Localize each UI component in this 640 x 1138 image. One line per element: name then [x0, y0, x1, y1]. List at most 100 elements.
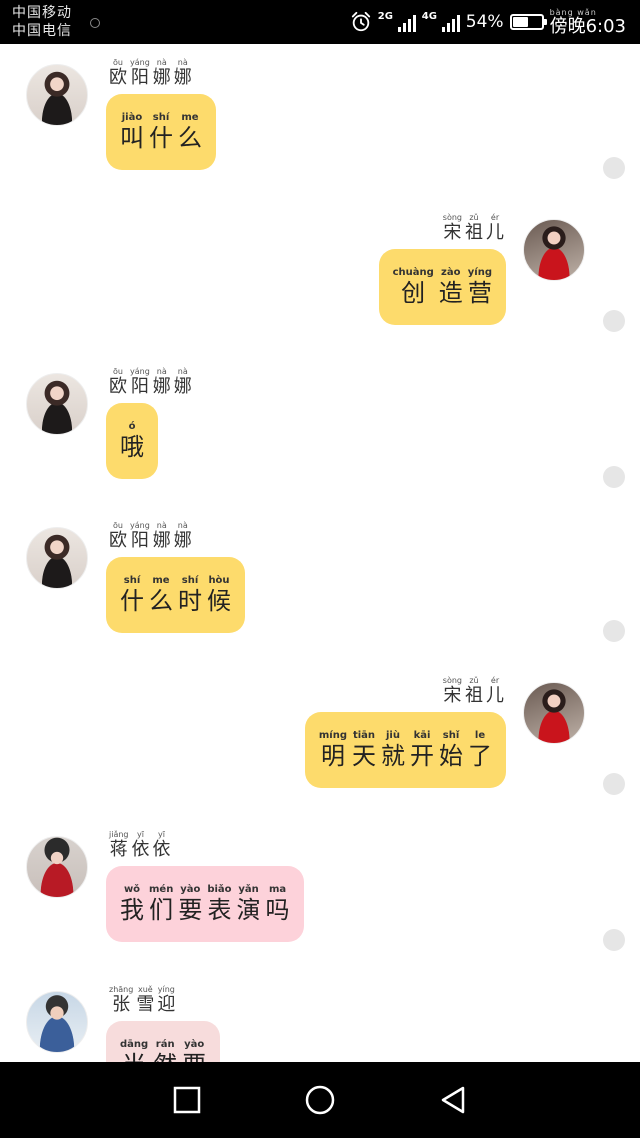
message-char: yào要 [178, 884, 202, 924]
hanzi: 娜 [173, 530, 192, 551]
message-char: mén 们 [149, 884, 173, 924]
message-char: le 了 [468, 730, 492, 770]
message-bubble[interactable]: chuàng 创 zào 造 yíng 营 [378, 249, 506, 325]
avatar[interactable] [26, 64, 88, 126]
message-char: kāi 开 [410, 730, 434, 770]
message-bubble[interactable]: shí 什 me 么 shí 时 hòu 候 [106, 557, 245, 633]
pinyin: me [152, 575, 170, 586]
hanzi: 祖 [465, 685, 483, 706]
hanzi: 宋 [443, 685, 462, 706]
message-status-dot[interactable] [603, 466, 625, 488]
message-bubble[interactable]: ó哦 [106, 403, 158, 479]
carrier-info: 中国移动 中国电信 [12, 4, 102, 40]
hanzi: 娜 [152, 376, 171, 397]
hanzi: 营 [467, 279, 492, 307]
hanzi: 时 [178, 587, 202, 615]
message-char: biǎo 表 [207, 884, 231, 924]
hanzi: 儿 [486, 222, 504, 243]
hanzi: 们 [149, 896, 174, 924]
avatar[interactable] [26, 527, 88, 589]
name-char: nà 娜 [174, 521, 192, 551]
hanzi: 始 [439, 742, 463, 770]
pinyin: kāi [413, 730, 431, 741]
battery-percent: 54% [465, 12, 504, 32]
hanzi: 阳 [130, 376, 149, 397]
chat-message: ōu 欧 yáng 阳 nà 娜 nà 娜 jiào 叫 shí 什 me 么 [0, 44, 640, 199]
home-button[interactable] [298, 1078, 342, 1122]
message-bubble[interactable]: míng 明 tiān 天 jiù 就 kāi 开 shǐ 始 le 了 [304, 712, 506, 788]
pinyin: wǒ [123, 884, 141, 895]
name-char: xuě 雪 [136, 985, 154, 1015]
pinyin: dāng [120, 1039, 149, 1050]
name-char: zhāng 张 [109, 985, 133, 1015]
message-char: wǒ 我 [120, 884, 144, 924]
message-bubble[interactable]: wǒ 我 mén 们 yào 要 biǎo 表 yǎn 演 ma 吗 [106, 866, 304, 942]
status-icons: 2G 4G 54% bàng wǎn 傍晚6:03 [350, 0, 626, 44]
sender-name: zhāng 张 xuě 雪 yíng 迎 [109, 985, 175, 1015]
hanzi: 么 [149, 587, 173, 615]
chat-screen: 中国移动 中国电信 2G 4G 54% bàng wǎn 傍晚6:03 ōu 欧… [0, 0, 640, 1138]
avatar[interactable] [26, 991, 88, 1053]
recents-button[interactable] [165, 1078, 209, 1122]
message-status-dot[interactable] [603, 157, 625, 179]
network-4g: 4G [422, 11, 460, 33]
hd-icon [90, 18, 100, 28]
avatar[interactable] [26, 373, 88, 435]
pinyin: hòu [208, 575, 230, 586]
carrier-1: 中国移动 [12, 5, 72, 21]
avatar[interactable] [523, 219, 585, 281]
hanzi: 雪 [136, 994, 155, 1015]
name-char: ér 儿 [486, 676, 504, 706]
hanzi: 开 [410, 742, 434, 770]
message-char: hòu 候 [207, 575, 231, 615]
pinyin: shí [152, 112, 170, 123]
chat-message: ōu 欧 yáng 阳 nà 娜 nà 娜 ó 哦 [0, 353, 640, 508]
pinyin: tiān [352, 730, 376, 741]
clock-text: 傍晚6:03 [549, 15, 626, 37]
signal-strength-icon [397, 15, 416, 32]
sender-name: sòng 宋 zǔ 祖 ér 儿 [443, 213, 504, 243]
message-char: ó哦 [120, 421, 144, 461]
hanzi: 造 [438, 279, 463, 307]
pinyin: jiù [386, 730, 400, 741]
name-char: nà 娜 [153, 367, 171, 397]
pinyin: ma [268, 884, 287, 895]
hanzi: 表 [207, 896, 232, 924]
name-char: sòng 宋 [443, 676, 462, 706]
message-char: míng 明 [319, 730, 347, 770]
hanzi: 哦 [120, 433, 144, 461]
chat-message: sòng 宋 zǔ 祖 ér 儿 míng 明 tiān 天 jiù 就 kāi 开 shǐ 始 le 了 [0, 662, 640, 817]
message-char: shí 什 [149, 112, 173, 152]
network-2g: 2G [378, 11, 416, 33]
avatar[interactable] [523, 682, 585, 744]
hanzi: 娜 [152, 67, 171, 88]
battery-icon [509, 14, 547, 30]
pinyin: yào [180, 884, 201, 895]
message-bubble[interactable]: dāng当rán然yào要 [106, 1021, 221, 1062]
name-char: nà 娜 [174, 367, 192, 397]
hanzi: 叫 [120, 124, 144, 152]
message-bubble[interactable]: jiào 叫 shí 什 me 么 [106, 94, 216, 170]
message-status-dot[interactable] [603, 620, 625, 642]
message-char: chuàng 创 [393, 267, 434, 307]
hanzi: 我 [120, 896, 144, 924]
message-char: zào 造 [439, 267, 463, 307]
hanzi: 娜 [173, 376, 192, 397]
hanzi: 天 [352, 742, 376, 770]
message-status-dot[interactable] [603, 929, 625, 951]
back-button[interactable] [431, 1078, 475, 1122]
name-char: zǔ 祖 [465, 676, 483, 706]
signal-strength-icon [441, 15, 460, 32]
name-char: yáng 阳 [130, 367, 150, 397]
chat-message-list[interactable]: ōu 欧 yáng 阳 nà 娜 nà 娜 jiào 叫 shí 什 me 么 sòng 宋 zǔ 祖 ér 儿 chu… [0, 44, 640, 1062]
message-status-dot[interactable] [603, 773, 625, 795]
name-char: nà 娜 [174, 58, 192, 88]
hanzi: 依 [152, 839, 171, 860]
hanzi: 然 [153, 1051, 177, 1062]
avatar[interactable] [26, 836, 88, 898]
hanzi: 依 [131, 839, 150, 860]
circle-home-icon [305, 1085, 335, 1115]
message-status-dot[interactable] [603, 310, 625, 332]
name-char: yáng 阳 [130, 521, 150, 551]
hanzi: 创 [401, 279, 426, 307]
